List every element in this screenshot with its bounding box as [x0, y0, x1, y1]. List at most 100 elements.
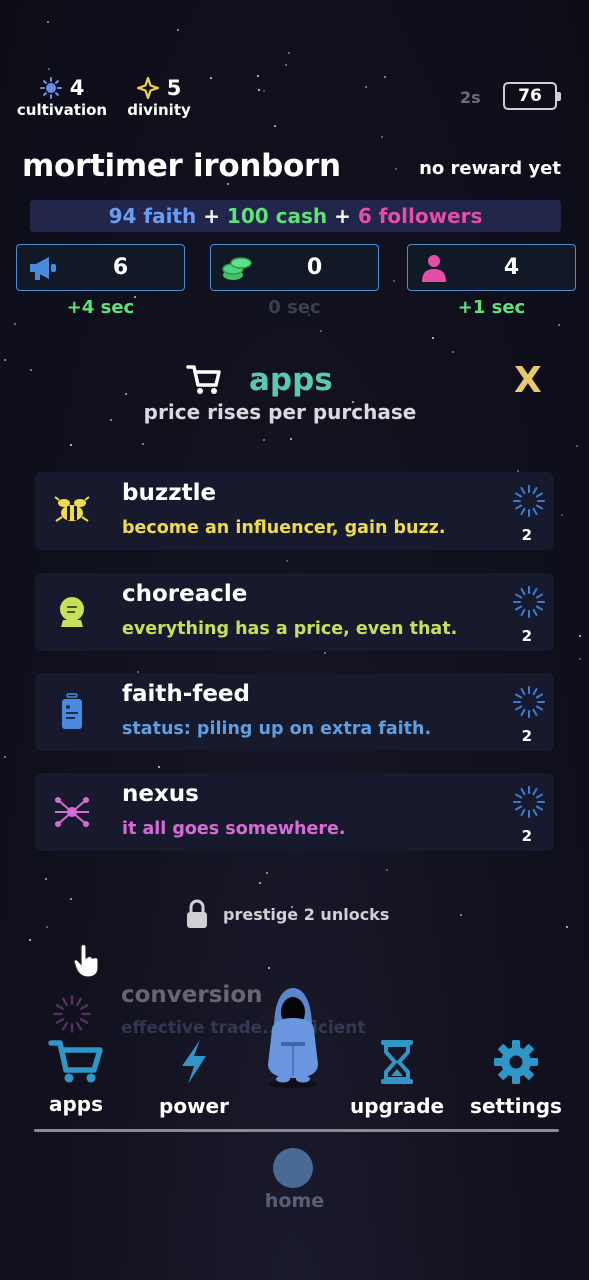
- nav-power[interactable]: power: [158, 1038, 230, 1118]
- home-label: home: [264, 1190, 325, 1212]
- person-icon: [422, 255, 446, 282]
- app-card-choreacle[interactable]: choreacle everything has a price, even t…: [35, 573, 554, 651]
- loading-spinner-icon: [513, 686, 545, 718]
- cart-icon: [186, 365, 221, 394]
- star: [566, 926, 568, 928]
- star: [386, 869, 388, 871]
- star: [558, 324, 560, 326]
- player-name: mortimer ironborn: [22, 148, 341, 184]
- star: [393, 280, 395, 282]
- nav-upgrade-label: upgrade: [350, 1094, 445, 1118]
- star: [29, 939, 31, 941]
- resource-value: 6: [112, 255, 129, 280]
- reward-status: no reward yet: [419, 158, 561, 179]
- star: [4, 359, 6, 361]
- coins-icon: [222, 257, 252, 280]
- star: [14, 323, 16, 325]
- app-card-faith-feed[interactable]: faith-feed status: piling up on extra fa…: [35, 673, 554, 751]
- divinity-value: 5: [166, 76, 182, 100]
- loading-spinner-icon: [513, 786, 545, 818]
- star: [285, 64, 287, 66]
- star: [177, 29, 179, 31]
- star: [70, 444, 72, 446]
- star: [48, 68, 50, 70]
- app-name: choreacle: [122, 581, 248, 607]
- star: [579, 658, 581, 660]
- app-card-buzztle[interactable]: buzztle become an influencer, gain buzz.…: [35, 472, 554, 550]
- app-card-nexus[interactable]: nexus it all goes somewhere. 2: [35, 773, 554, 851]
- megaphone-icon: [30, 257, 56, 280]
- nav-divider: [34, 1129, 559, 1132]
- app-count: 2: [521, 526, 532, 544]
- plus-sign: +: [327, 204, 358, 228]
- app-description: status: piling up on extra faith.: [122, 719, 432, 739]
- star: [258, 89, 260, 91]
- star: [286, 560, 288, 562]
- hand-cursor-icon: [73, 944, 99, 978]
- phone-icon: [62, 693, 82, 729]
- resource-rate: 0 sec: [268, 297, 321, 318]
- locked-text: prestige 2 unlocks: [223, 905, 390, 924]
- star: [290, 438, 292, 440]
- star: [274, 125, 276, 127]
- app-count: 2: [521, 727, 532, 745]
- star: [268, 967, 270, 969]
- star: [210, 77, 212, 79]
- nav-upgrade[interactable]: upgrade: [350, 1038, 444, 1118]
- nav-apps[interactable]: apps: [44, 1038, 108, 1116]
- app-description: effective trade... efficient: [121, 1018, 366, 1038]
- star: [125, 393, 127, 395]
- star: [324, 652, 326, 654]
- timer-text: 2s: [460, 88, 481, 107]
- resource-coins[interactable]: 0: [210, 244, 379, 291]
- star: [47, 21, 49, 23]
- resource-value: 0: [306, 255, 323, 280]
- cultivation-label: cultivation: [16, 101, 108, 119]
- star: [259, 882, 261, 884]
- star: [561, 514, 563, 516]
- battery-indicator: 76: [503, 82, 561, 110]
- star: [395, 168, 397, 170]
- bee-icon: [54, 496, 90, 522]
- star: [158, 766, 160, 768]
- loading-spinner-icon: [513, 586, 545, 618]
- cultivation-stat: 4 cultivation: [16, 76, 108, 119]
- gear-icon: [494, 1040, 538, 1084]
- reward-faith: 94 faith: [108, 204, 197, 228]
- star: [263, 439, 265, 441]
- apps-title: apps: [249, 362, 333, 398]
- star: [460, 914, 462, 916]
- star: [45, 878, 47, 880]
- star: [4, 756, 6, 758]
- crystal-ball-icon: [60, 597, 84, 627]
- nav-settings[interactable]: settings: [470, 1038, 562, 1118]
- network-icon: [55, 797, 89, 827]
- sparkle-icon: [136, 77, 159, 99]
- sun-icon: [39, 77, 62, 99]
- star: [288, 52, 290, 54]
- app-name: nexus: [122, 781, 199, 807]
- close-button[interactable]: X: [514, 360, 542, 401]
- app-name: buzztle: [122, 480, 217, 506]
- loading-spinner-icon: [513, 485, 545, 517]
- star: [46, 926, 48, 928]
- star: [257, 75, 259, 77]
- hourglass-icon: [381, 1040, 413, 1084]
- divinity-stat: 5 divinity: [124, 76, 194, 119]
- app-description: everything has a price, even that.: [122, 619, 458, 639]
- plus-sign: +: [196, 204, 227, 228]
- resource-followers[interactable]: 4: [407, 244, 576, 291]
- home-button[interactable]: [273, 1148, 313, 1188]
- cultivation-value: 4: [69, 76, 85, 100]
- resource-value: 4: [503, 255, 520, 280]
- nav-settings-label: settings: [470, 1094, 562, 1118]
- star: [452, 351, 454, 353]
- star: [70, 898, 72, 900]
- resource-rate: +4 sec: [66, 297, 135, 318]
- nav-power-label: power: [159, 1094, 229, 1118]
- app-description: become an influencer, gain buzz.: [122, 518, 446, 538]
- divinity-label: divinity: [127, 101, 191, 119]
- nav-apps-label: apps: [48, 1092, 104, 1116]
- app-count: 2: [521, 827, 532, 845]
- resource-megaphone[interactable]: 6: [16, 244, 185, 291]
